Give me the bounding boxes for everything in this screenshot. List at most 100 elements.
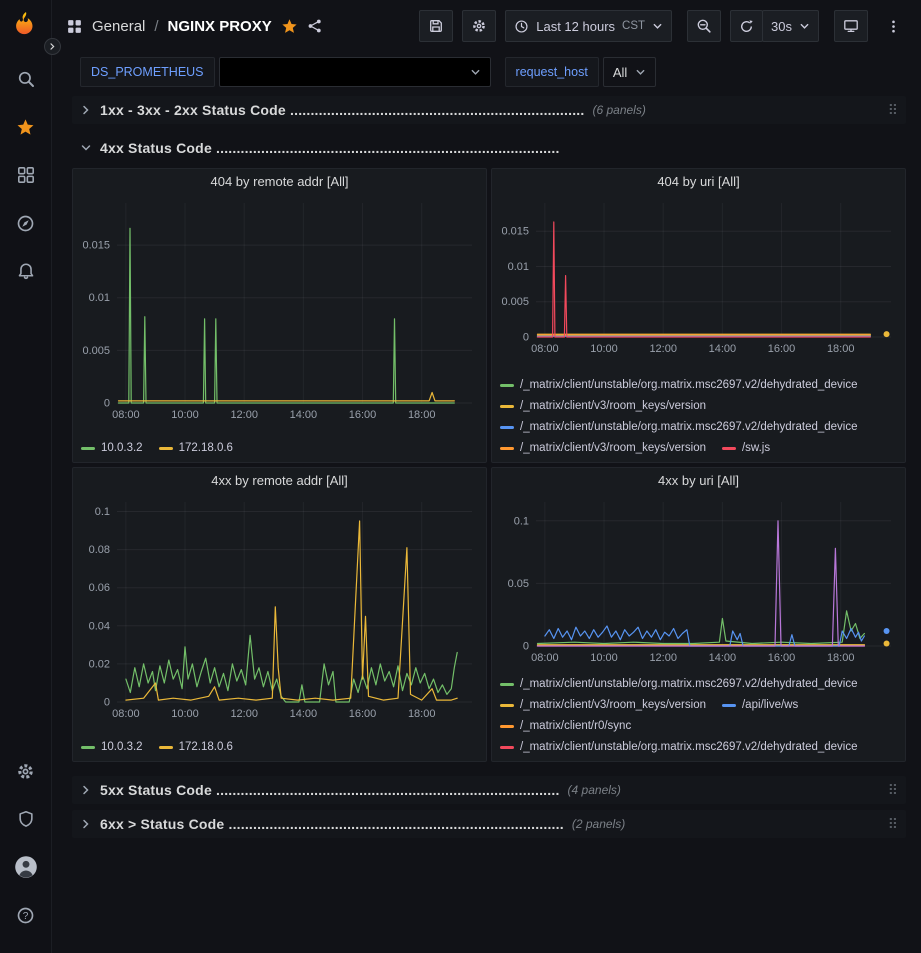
- row-title: 5xx Status Code ........................…: [100, 782, 560, 798]
- svg-text:14:00: 14:00: [290, 409, 318, 421]
- sidebar: ?: [0, 0, 52, 953]
- legend-item[interactable]: 10.0.3.2: [81, 738, 143, 756]
- variable-request-host-value: All: [613, 65, 627, 80]
- variable-datasource: DS_PROMETHEUS: [80, 57, 491, 87]
- row-drag-handle[interactable]: ⠿: [888, 816, 898, 833]
- sidebar-item-configuration[interactable]: [6, 751, 46, 791]
- sidebar-item-dashboards[interactable]: [6, 155, 46, 195]
- row-header-1xx-3xx-2xx[interactable]: 1xx - 3xx - 2xx Status Code ............…: [72, 96, 906, 124]
- zoom-out-time-button[interactable]: [687, 10, 721, 42]
- legend-label: /_matrix/client/v3/room_keys/version: [520, 439, 706, 457]
- panel-title[interactable]: 4xx by remote addr [All]: [73, 468, 486, 494]
- svg-text:0.05: 0.05: [508, 578, 529, 590]
- refresh-button[interactable]: [730, 10, 763, 42]
- row-drag-handle[interactable]: ⠿: [888, 102, 898, 119]
- legend-item[interactable]: /_matrix/client/r0/sync: [500, 717, 631, 735]
- sidebar-item-alerting[interactable]: [6, 251, 46, 291]
- legend-item[interactable]: 10.0.3.2: [81, 439, 143, 457]
- svg-text:08:00: 08:00: [531, 343, 559, 355]
- panel-title[interactable]: 404 by uri [All]: [492, 169, 905, 195]
- legend-item[interactable]: 172.18.0.6: [159, 738, 233, 756]
- row-header-5xx[interactable]: 5xx Status Code ........................…: [72, 776, 906, 804]
- refresh-interval-dropdown[interactable]: 30s: [762, 10, 819, 42]
- svg-text:0: 0: [104, 398, 110, 410]
- legend-item[interactable]: 172.18.0.6: [159, 439, 233, 457]
- timeseries-chart[interactable]: 08:0010:0012:0014:0016:0018:0000.020.040…: [77, 494, 482, 722]
- legend-label: /_matrix/client/unstable/org.matrix.msc2…: [520, 738, 858, 756]
- legend-label: /_matrix/client/v3/room_keys/version: [520, 397, 706, 415]
- sidebar-item-explore[interactable]: [6, 203, 46, 243]
- legend-label: /_matrix/client/unstable/org.matrix.msc2…: [520, 376, 858, 394]
- legend-item[interactable]: /_matrix/client/v3/room_keys/version: [500, 397, 706, 415]
- sidebar-item-starred[interactable]: [6, 107, 46, 147]
- save-dashboard-button[interactable]: [419, 10, 453, 42]
- grafana-logo[interactable]: [11, 10, 41, 45]
- bell-icon: [17, 262, 35, 280]
- refresh-icon: [739, 19, 754, 34]
- avatar: [14, 855, 38, 879]
- svg-text:10:00: 10:00: [171, 409, 199, 421]
- legend-item[interactable]: /_matrix/client/unstable/org.matrix.msc2…: [500, 418, 858, 436]
- timeseries-chart[interactable]: 08:0010:0012:0014:0016:0018:0000.050.1: [496, 494, 901, 666]
- svg-text:10:00: 10:00: [590, 652, 618, 664]
- variable-datasource-value-dropdown[interactable]: [219, 57, 491, 87]
- panel-title[interactable]: 4xx by uri [All]: [492, 468, 905, 494]
- legend-marker: [81, 746, 95, 749]
- legend-marker: [500, 426, 514, 429]
- sidebar-item-search[interactable]: [6, 59, 46, 99]
- panel-title[interactable]: 404 by remote addr [All]: [73, 169, 486, 195]
- legend-marker: [722, 447, 736, 450]
- legend-label: 10.0.3.2: [101, 439, 143, 457]
- legend-item[interactable]: /_matrix/client/v3/room_keys/version: [500, 439, 706, 457]
- legend-marker: [500, 704, 514, 707]
- legend-item[interactable]: /_matrix/client/v3/room_keys/version: [500, 696, 706, 714]
- timeseries-chart[interactable]: 08:0010:0012:0014:0016:0018:0000.0050.01…: [77, 195, 482, 423]
- variable-request-host-label[interactable]: request_host: [505, 57, 599, 87]
- variable-request-host-value-dropdown[interactable]: All: [603, 57, 656, 87]
- legend-marker: [500, 746, 514, 749]
- dashboard-body: 1xx - 3xx - 2xx Status Code ............…: [52, 92, 921, 953]
- more-options-button[interactable]: [877, 10, 909, 42]
- row-panel-count: (2 panels): [572, 817, 625, 831]
- dashboard-settings-button[interactable]: [462, 10, 496, 42]
- row-header-4xx[interactable]: 4xx Status Code ........................…: [72, 134, 906, 162]
- legend-item[interactable]: /sw.js: [722, 439, 770, 457]
- gear-icon: [471, 18, 487, 34]
- svg-text:0.1: 0.1: [95, 506, 110, 518]
- legend-label: /_matrix/client/r0/sync: [520, 717, 631, 735]
- legend-item[interactable]: /_matrix/client/unstable/org.matrix.msc2…: [500, 675, 858, 693]
- legend-marker: [500, 384, 514, 387]
- row-drag-handle[interactable]: ⠿: [888, 782, 898, 799]
- time-range-picker[interactable]: Last 12 hours CST: [505, 10, 672, 42]
- share-icon[interactable]: [307, 18, 323, 34]
- sidebar-expand-button[interactable]: [44, 38, 61, 55]
- tv-mode-button[interactable]: [834, 10, 868, 42]
- legend-item[interactable]: /_matrix/client/unstable/org.matrix.msc2…: [500, 376, 858, 394]
- panel-404-by-remote-addr: 404 by remote addr [All] 08:0010:0012:00…: [72, 168, 487, 463]
- variable-datasource-label[interactable]: DS_PROMETHEUS: [80, 57, 215, 87]
- legend-label: /_matrix/client/unstable/org.matrix.msc2…: [520, 418, 858, 436]
- apps-icon: [66, 18, 83, 35]
- legend-label: 172.18.0.6: [179, 738, 233, 756]
- timezone-label: CST: [622, 20, 645, 32]
- svg-text:?: ?: [23, 911, 29, 922]
- breadcrumb-folder[interactable]: General: [92, 18, 145, 35]
- chevron-down-icon: [470, 67, 481, 78]
- legend-label: /sw.js: [742, 439, 770, 457]
- breadcrumb: General / NGINX PROXY: [66, 18, 323, 35]
- panel-legend: 10.0.3.2 172.18.0.6: [73, 437, 486, 462]
- svg-text:14:00: 14:00: [709, 652, 737, 664]
- legend-item[interactable]: /api/live/ws: [722, 696, 798, 714]
- favorite-star-icon[interactable]: [281, 18, 298, 35]
- svg-text:12:00: 12:00: [649, 652, 677, 664]
- row-header-6xx[interactable]: 6xx > Status Code ......................…: [72, 810, 906, 838]
- legend-label: /api/live/ws: [742, 696, 798, 714]
- breadcrumb-dashboard-title: NGINX PROXY: [168, 18, 272, 35]
- legend-item[interactable]: /_matrix/client/unstable/org.matrix.msc2…: [500, 738, 858, 756]
- timeseries-chart[interactable]: 08:0010:0012:0014:0016:0018:0000.0050.01…: [496, 195, 901, 357]
- sidebar-item-help[interactable]: ?: [6, 895, 46, 935]
- sidebar-item-server-admin[interactable]: [6, 799, 46, 839]
- legend-marker: [500, 447, 514, 450]
- chevron-right-icon: [80, 104, 92, 116]
- sidebar-item-profile[interactable]: [6, 847, 46, 887]
